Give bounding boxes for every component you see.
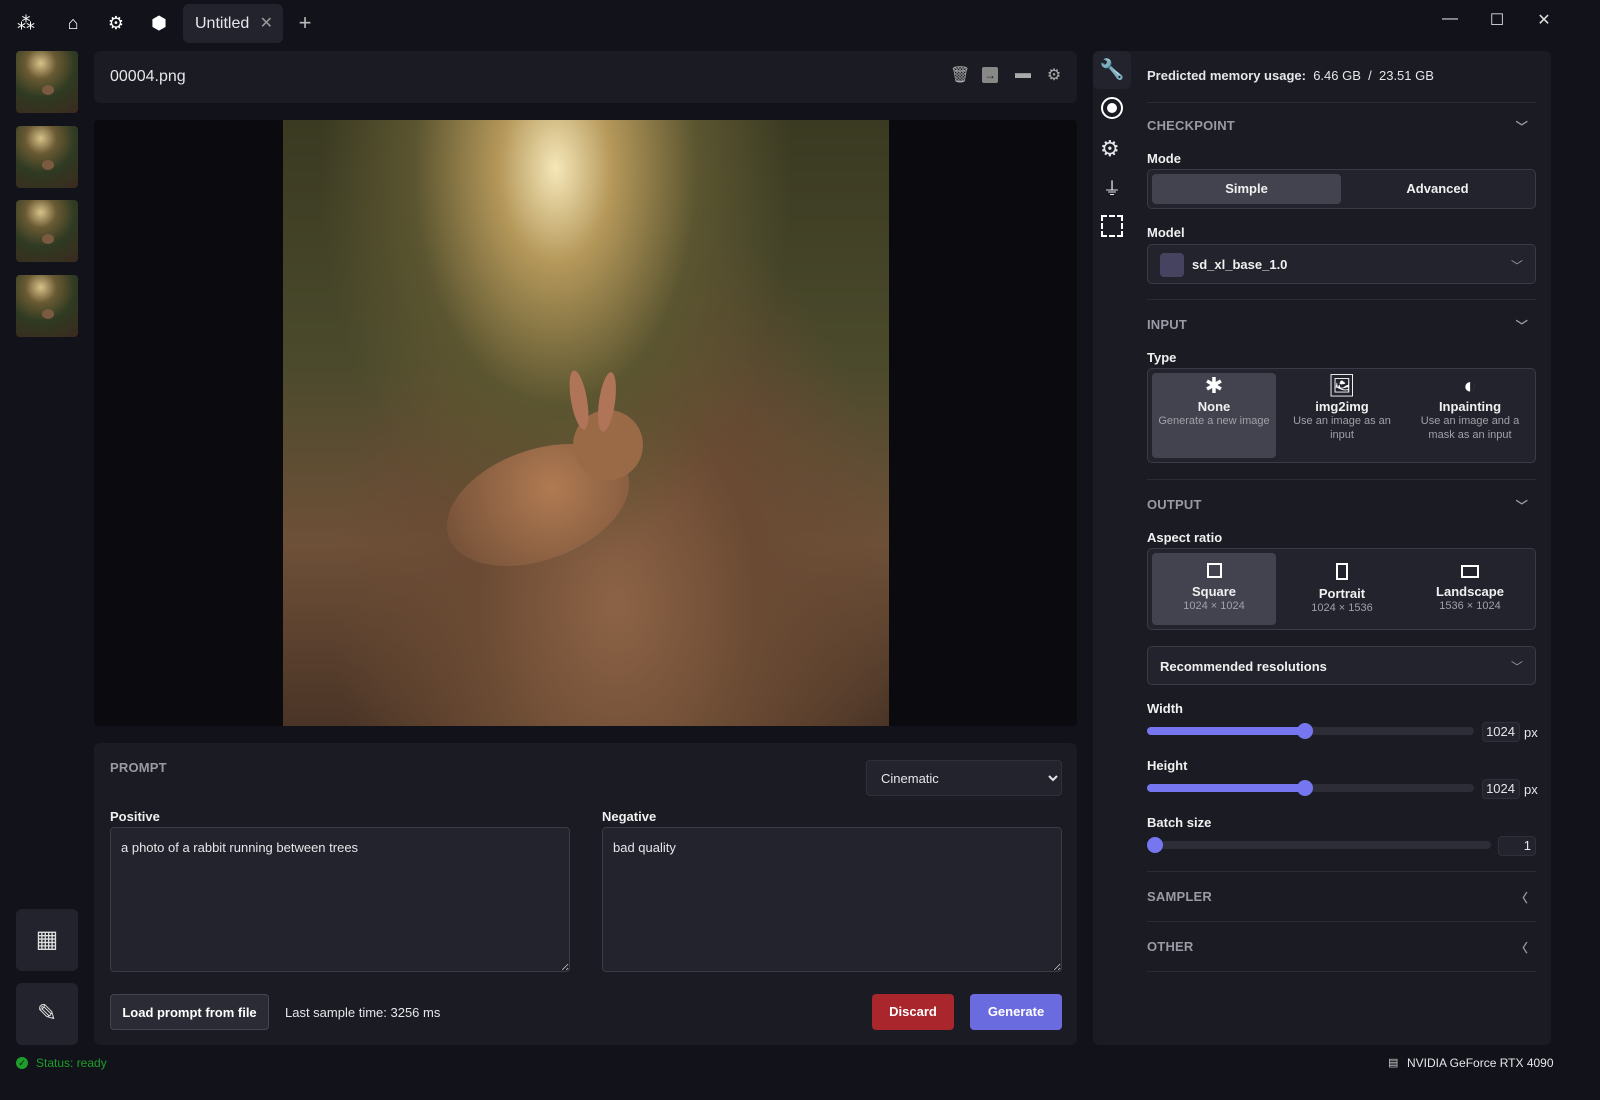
section-title: PROMPT bbox=[110, 760, 167, 775]
batch-input[interactable]: 1 bbox=[1498, 836, 1536, 856]
chevron-down-icon: ﹀ bbox=[1510, 660, 1523, 674]
memory-label: Predicted memory usage: bbox=[1147, 68, 1306, 83]
cog-icon[interactable]: ⚙ bbox=[1100, 136, 1120, 162]
discard-button[interactable]: Discard bbox=[872, 994, 954, 1030]
negative-label: Negative bbox=[602, 809, 657, 824]
recommended-resolutions-select[interactable]: Recommended resolutions ﹀ bbox=[1147, 646, 1536, 685]
pencil-icon[interactable]: ✎ bbox=[16, 983, 78, 1045]
width-slider[interactable] bbox=[1147, 723, 1474, 739]
plug-icon[interactable]: ⏚ bbox=[1103, 175, 1121, 201]
gear-icon[interactable]: ⚙ bbox=[1044, 65, 1064, 85]
aspect-label: Aspect ratio bbox=[1147, 530, 1223, 545]
positive-prompt-input[interactable]: a photo of a rabbit running between tree… bbox=[110, 827, 570, 972]
chevron-down-icon: ﹀ bbox=[1515, 120, 1528, 134]
checkpoint-header[interactable]: CHECKPOINT ﹀ bbox=[1147, 118, 1536, 134]
aspect-ratio-selector: Square 1024 × 1024 Portrait 1024 × 1536 La… bbox=[1147, 548, 1536, 630]
plus-icon[interactable]: + bbox=[294, 12, 316, 34]
aspect-portrait[interactable]: Portrait 1024 × 1536 bbox=[1280, 553, 1404, 625]
positive-label: Positive bbox=[110, 809, 160, 824]
landscape-icon bbox=[1461, 565, 1479, 578]
wrench-icon[interactable]: 🔧 bbox=[1093, 51, 1131, 89]
fullscreen-icon[interactable] bbox=[1101, 215, 1123, 237]
target-icon[interactable] bbox=[1101, 97, 1123, 119]
unit-label: px bbox=[1524, 782, 1538, 797]
generate-button[interactable]: Generate bbox=[970, 994, 1062, 1030]
height-label: Height bbox=[1147, 758, 1188, 773]
height-slider[interactable] bbox=[1147, 780, 1474, 796]
chevron-left-icon: 〈 bbox=[1515, 891, 1528, 905]
thumbnail[interactable] bbox=[16, 126, 78, 188]
status-text: Status: ready bbox=[36, 1056, 107, 1070]
negative-prompt-input[interactable]: bad quality bbox=[602, 827, 1062, 972]
chevron-left-icon: 〈 bbox=[1515, 941, 1528, 955]
export-icon[interactable]: → bbox=[982, 67, 998, 83]
close-icon[interactable]: ✕ bbox=[260, 4, 273, 43]
close-window-icon[interactable]: ✕ bbox=[1532, 10, 1556, 30]
trash-icon[interactable]: 🗑 bbox=[950, 65, 970, 85]
half-circle-icon: ◐ bbox=[1463, 373, 1477, 398]
mode-advanced[interactable]: Advanced bbox=[1343, 174, 1532, 204]
batch-label: Batch size bbox=[1147, 815, 1212, 830]
mode-toggle: Simple Advanced bbox=[1147, 169, 1536, 209]
tab-untitled[interactable]: Untitled ✕ bbox=[183, 4, 283, 43]
batch-slider[interactable] bbox=[1147, 837, 1491, 853]
model-select[interactable]: sd_xl_base_1.0 ﹀ bbox=[1147, 244, 1536, 284]
memory-total: 23.51 GB bbox=[1378, 68, 1434, 83]
prompt-panel: PROMPT Cinematic Positive a photo of a r… bbox=[94, 743, 1077, 1045]
chevron-down-icon: ﹀ bbox=[1510, 259, 1523, 273]
portrait-icon bbox=[1336, 563, 1348, 580]
minimize-icon[interactable]: — bbox=[1438, 10, 1462, 28]
generated-image bbox=[283, 120, 889, 726]
gear-icon[interactable]: ⚙ bbox=[105, 12, 127, 34]
asterisk-icon: ✱ bbox=[1204, 373, 1224, 398]
slider-handle bbox=[1147, 837, 1163, 853]
input-header[interactable]: INPUT ﹀ bbox=[1147, 317, 1536, 333]
maximize-icon[interactable]: ☐ bbox=[1485, 10, 1509, 30]
aspect-landscape[interactable]: Landscape 1536 × 1024 bbox=[1408, 553, 1532, 625]
memory-separator: / bbox=[1368, 68, 1372, 83]
style-select[interactable]: Cinematic bbox=[866, 760, 1062, 796]
home-icon[interactable]: ⌂ bbox=[62, 12, 84, 34]
gpu-name: NVIDIA GeForce RTX 4090 bbox=[1407, 1056, 1554, 1070]
type-label: Type bbox=[1147, 350, 1177, 365]
type-inpainting[interactable]: ◐ Inpainting Use an image and a mask as an… bbox=[1408, 373, 1532, 458]
image-viewer bbox=[94, 120, 1077, 726]
other-header[interactable]: OTHER 〈 bbox=[1147, 939, 1536, 955]
type-img2img[interactable]: 🖼 img2img Use an image as an input bbox=[1280, 373, 1404, 458]
model-name: sd_xl_base_1.0 bbox=[1192, 257, 1288, 272]
memory-usage: Predicted memory usage: 6.46 GB / 23.51 … bbox=[1147, 68, 1434, 83]
mode-label: Mode bbox=[1147, 151, 1181, 166]
cube-icon[interactable]: ⬢ bbox=[148, 12, 170, 34]
last-sample-time: Last sample time: 3256 ms bbox=[285, 1005, 441, 1020]
square-icon bbox=[1206, 563, 1222, 578]
chevron-down-icon: ﹀ bbox=[1515, 499, 1528, 513]
mode-simple[interactable]: Simple bbox=[1152, 174, 1341, 204]
model-label: Model bbox=[1147, 225, 1185, 240]
height-input[interactable]: 1024 bbox=[1482, 779, 1520, 799]
memory-used: 6.46 GB bbox=[1313, 68, 1361, 83]
output-header[interactable]: OUTPUT ﹀ bbox=[1147, 497, 1536, 513]
unit-label: px bbox=[1524, 725, 1538, 740]
chevron-down-icon: ﹀ bbox=[1515, 319, 1528, 333]
tab-label: Untitled bbox=[195, 15, 250, 32]
thumbnail[interactable] bbox=[16, 275, 78, 337]
aspect-square[interactable]: Square 1024 × 1024 bbox=[1152, 553, 1276, 625]
thumbnail[interactable] bbox=[16, 51, 78, 113]
image-icon: 🖼 bbox=[1328, 373, 1356, 398]
check-icon: ✓ bbox=[16, 1057, 28, 1069]
width-input[interactable]: 1024 bbox=[1482, 722, 1520, 742]
filename: 00004.png bbox=[110, 68, 186, 85]
sampler-header[interactable]: SAMPLER 〈 bbox=[1147, 889, 1536, 905]
folder-icon[interactable]: ▬ bbox=[1013, 65, 1033, 85]
load-prompt-button[interactable]: Load prompt from file bbox=[110, 994, 269, 1030]
type-none[interactable]: ✱ None Generate a new image bbox=[1152, 373, 1276, 458]
input-type-selector: ✱ None Generate a new image 🖼 img2img Use an… bbox=[1147, 368, 1536, 463]
viewer-header: 00004.png 🗑 → ▬ ⚙ bbox=[94, 51, 1077, 103]
logo-icon: ⁂ bbox=[17, 13, 35, 33]
gpu-icon: ▤ bbox=[1388, 1057, 1399, 1069]
grid-icon[interactable]: ▦ bbox=[16, 909, 78, 971]
model-thumbnail bbox=[1160, 253, 1184, 277]
width-label: Width bbox=[1147, 701, 1183, 716]
thumbnail[interactable] bbox=[16, 200, 78, 262]
